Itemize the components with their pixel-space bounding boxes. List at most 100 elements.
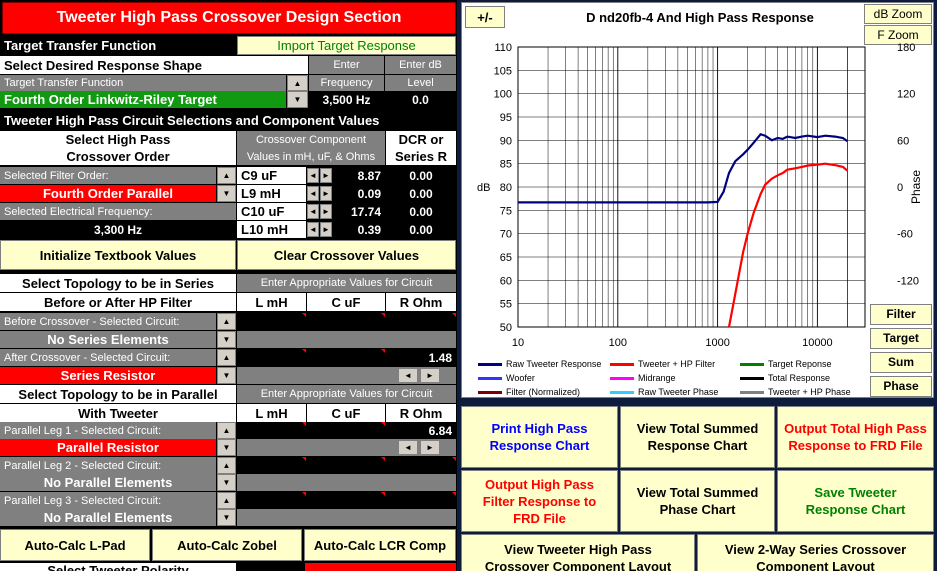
- leg1-r-right-button[interactable]: ►: [420, 440, 440, 455]
- legend-swatch: [478, 390, 502, 394]
- plusminus-button[interactable]: +/-: [465, 6, 505, 28]
- output-total-hp-frd-button[interactable]: Output Total High Pass Response to FRD F…: [777, 406, 934, 468]
- initialize-textbook-button[interactable]: Initialize Textbook Values: [0, 240, 236, 270]
- leg3-c-input[interactable]: [307, 492, 385, 509]
- component-right-button[interactable]: ►: [320, 204, 332, 219]
- component-value[interactable]: 0.39: [334, 221, 385, 238]
- leg2-select[interactable]: No Parallel Elements: [0, 474, 216, 491]
- clear-crossover-button[interactable]: Clear Crossover Values: [237, 240, 456, 270]
- import-target-button[interactable]: Import Target Response: [237, 36, 456, 55]
- component-left-button[interactable]: ◄: [307, 186, 319, 201]
- phase-button[interactable]: Phase: [870, 376, 932, 397]
- polarity-select[interactable]: [305, 563, 456, 571]
- leg2-c-input[interactable]: [307, 457, 385, 474]
- leg1-r-input[interactable]: 6.84: [386, 422, 456, 439]
- component-right-button[interactable]: ►: [320, 186, 332, 201]
- legend-swatch: [478, 376, 502, 380]
- leg3-select[interactable]: No Parallel Elements: [0, 509, 216, 526]
- save-tweeter-chart-button[interactable]: Save Tweeter Response Chart: [777, 470, 934, 532]
- leg1-l-input[interactable]: [237, 422, 306, 439]
- component-right-button[interactable]: ►: [320, 168, 332, 183]
- after-crossover-label: After Crossover - Selected Circuit:: [0, 349, 216, 366]
- leg2-l-input[interactable]: [237, 457, 306, 474]
- after-r-right-button[interactable]: ►: [420, 368, 440, 383]
- leg2-r-input[interactable]: [386, 457, 456, 474]
- view-tweeter-layout-button[interactable]: View Tweeter High Pass Crossover Compone…: [461, 534, 695, 571]
- view-summed-response-button[interactable]: View Total Summed Response Chart: [620, 406, 775, 468]
- view-2way-layout-button[interactable]: View 2-Way Series Crossover Component La…: [697, 534, 934, 571]
- component-left-button[interactable]: ◄: [307, 204, 319, 219]
- order-dropdown-button[interactable]: ▼: [217, 185, 236, 202]
- legend-label: Target Reponse: [768, 359, 832, 369]
- before-scroll-up-button[interactable]: ▲: [217, 313, 236, 330]
- legend-label: Raw Tweeter Phase: [638, 387, 719, 397]
- before-crossover-select[interactable]: No Series Elements: [0, 331, 216, 348]
- leg1-scroll-up-button[interactable]: ▲: [217, 422, 236, 439]
- auto-calc-lpad-button[interactable]: Auto-Calc L-Pad: [0, 529, 150, 561]
- print-hp-chart-button[interactable]: Print High Pass Response Chart: [461, 406, 618, 468]
- f-zoom-button[interactable]: F Zoom: [864, 25, 932, 45]
- target-shape-select[interactable]: Fourth Order Linkwitz-Riley Target: [0, 91, 286, 108]
- component-dcr[interactable]: 0.00: [386, 203, 456, 220]
- after-dropdown-button[interactable]: ▼: [217, 367, 236, 384]
- component-value[interactable]: 8.87: [334, 167, 385, 184]
- series-col-r: R Ohm: [386, 293, 456, 311]
- component-left-button[interactable]: ◄: [307, 222, 319, 237]
- view-summed-phase-button[interactable]: View Total Summed Phase Chart: [620, 470, 775, 532]
- leg3-scroll-up-button[interactable]: ▲: [217, 492, 236, 509]
- parallel-title-2: With Tweeter: [0, 404, 236, 422]
- tf-scroll-up-button[interactable]: ▲: [287, 75, 308, 91]
- legend-label: Midrange: [638, 373, 676, 383]
- component-value[interactable]: 0.09: [334, 185, 385, 202]
- before-c-input[interactable]: [307, 313, 385, 330]
- leg3-l-input[interactable]: [237, 492, 306, 509]
- leg2-dropdown-button[interactable]: ▼: [217, 474, 236, 491]
- leg2-label: Parallel Leg 2 - Selected Circuit:: [0, 457, 216, 474]
- sum-button[interactable]: Sum: [870, 352, 932, 373]
- output-hp-filter-frd-button[interactable]: Output High Pass Filter Response to FRD …: [461, 470, 618, 532]
- component-dcr[interactable]: 0.00: [386, 221, 456, 238]
- section-title: Tweeter High Pass Crossover Design Secti…: [2, 2, 456, 34]
- after-r-input[interactable]: 1.48: [386, 349, 456, 366]
- component-right-button[interactable]: ►: [320, 222, 332, 237]
- frequency-label: Frequency: [309, 75, 384, 91]
- leg3-r-input[interactable]: [386, 492, 456, 509]
- legend-item: Filter (Normalized): [478, 386, 580, 398]
- filter-order-select[interactable]: Fourth Order Parallel: [0, 185, 216, 202]
- component-dcr[interactable]: 0.00: [386, 185, 456, 202]
- before-r-input[interactable]: [386, 313, 456, 330]
- leg1-c-input[interactable]: [307, 422, 385, 439]
- auto-calc-lcr-button[interactable]: Auto-Calc LCR Comp: [304, 529, 456, 561]
- before-crossover-label: Before Crossover - Selected Circuit:: [0, 313, 216, 330]
- db-zoom-button[interactable]: dB Zoom: [864, 4, 932, 24]
- target-button[interactable]: Target: [870, 328, 932, 349]
- chart-panel: [461, 2, 934, 398]
- comp-header-1: Crossover Component: [237, 131, 385, 148]
- level-input[interactable]: 0.0: [385, 91, 456, 108]
- component-value[interactable]: 17.74: [334, 203, 385, 220]
- leg2-scroll-up-button[interactable]: ▲: [217, 457, 236, 474]
- comp-header-2: Values in mH, uF, & Ohms: [237, 148, 385, 165]
- target-header: Target Transfer Function: [0, 36, 236, 54]
- leg1-dropdown-button[interactable]: ▼: [217, 439, 236, 456]
- after-c-input[interactable]: [307, 349, 385, 366]
- frequency-input[interactable]: 3,500 Hz: [309, 91, 384, 108]
- before-l-input[interactable]: [237, 313, 306, 330]
- auto-calc-zobel-button[interactable]: Auto-Calc Zobel: [152, 529, 302, 561]
- component-dcr[interactable]: 0.00: [386, 167, 456, 184]
- tf-dropdown-button[interactable]: ▼: [287, 91, 308, 108]
- before-dropdown-button[interactable]: ▼: [217, 331, 236, 348]
- component-left-button[interactable]: ◄: [307, 168, 319, 183]
- order-scroll-up-button[interactable]: ▲: [217, 167, 236, 184]
- parallel-col-c: C uF: [307, 404, 385, 422]
- leg1-r-left-button[interactable]: ◄: [398, 440, 418, 455]
- legend-item: Raw Tweeter Phase: [610, 386, 718, 398]
- after-scroll-up-button[interactable]: ▲: [217, 349, 236, 366]
- filter-button[interactable]: Filter: [870, 304, 932, 325]
- leg1-select[interactable]: Parallel Resistor: [0, 439, 216, 456]
- freq-value: 3,300 Hz: [0, 221, 236, 238]
- after-r-left-button[interactable]: ◄: [398, 368, 418, 383]
- after-crossover-select[interactable]: Series Resistor: [0, 367, 216, 384]
- after-l-input[interactable]: [237, 349, 306, 366]
- leg3-dropdown-button[interactable]: ▼: [217, 509, 236, 526]
